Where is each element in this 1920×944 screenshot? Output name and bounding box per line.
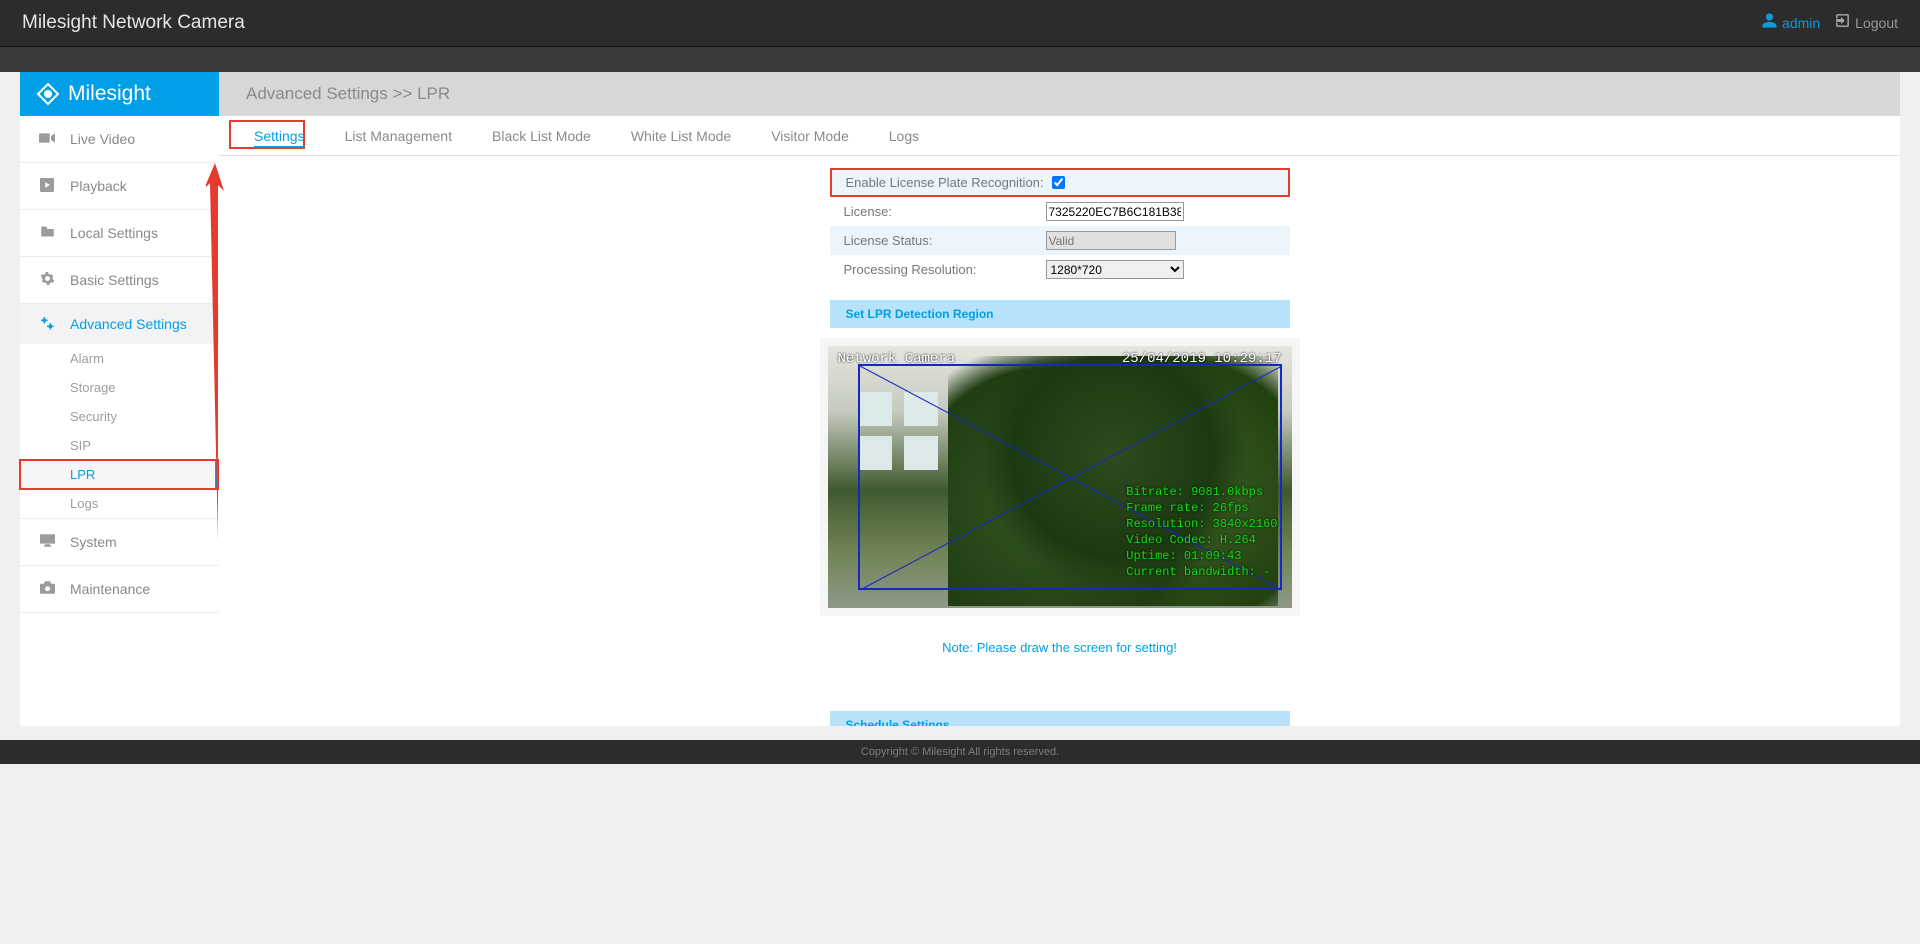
osd-stat-line: Video Codec: H.264: [1126, 532, 1277, 548]
sidebar-sub-alarm[interactable]: Alarm: [20, 344, 219, 373]
tab-black-list-mode[interactable]: Black List Mode: [472, 122, 611, 150]
play-icon: [38, 178, 56, 195]
sidebar-item-label: System: [70, 534, 117, 550]
select-resolution[interactable]: 1280*720: [1046, 260, 1184, 279]
sidebar-sub-label: SIP: [70, 438, 91, 453]
sidebar-sub-label: Security: [70, 409, 117, 424]
section-schedule-settings: Schedule Settings: [830, 711, 1290, 726]
sidebar-item-label: Playback: [70, 178, 127, 194]
sidebar-sub-sip[interactable]: SIP: [20, 431, 219, 460]
section-detection-region: Set LPR Detection Region: [830, 300, 1290, 328]
logout-link[interactable]: Logout: [1855, 15, 1898, 31]
logo-text: Milesight: [68, 82, 151, 106]
label-license: License:: [830, 204, 1046, 219]
folder-icon: [38, 225, 56, 241]
sidebar-sub-lpr[interactable]: LPR: [20, 460, 219, 489]
content-scroll[interactable]: Enable License Plate Recognition: Licens…: [229, 166, 1890, 726]
dark-strip: [0, 47, 1920, 72]
footer: Copyright © Milesight All rights reserve…: [0, 740, 1920, 764]
label-resolution: Processing Resolution:: [830, 262, 1046, 277]
osd-stat-line: Resolution: 3840x2160: [1126, 516, 1277, 532]
sidebar-item-system[interactable]: System: [20, 519, 219, 566]
logo: Milesight: [20, 72, 219, 116]
sidebar-item-playback[interactable]: Playback: [20, 163, 219, 210]
tab-logs[interactable]: Logs: [869, 122, 939, 150]
tab-visitor-mode[interactable]: Visitor Mode: [751, 122, 869, 150]
checkbox-enable-lpr[interactable]: [1052, 176, 1065, 189]
content-area: Enable License Plate Recognition: Licens…: [219, 156, 1900, 726]
video-icon: [38, 131, 56, 147]
input-license[interactable]: [1046, 202, 1184, 221]
user-icon: [1761, 12, 1778, 34]
osd-stats: Bitrate: 9081.0kbps Frame rate: 26fps Re…: [1126, 484, 1277, 580]
label-enable-lpr: Enable License Plate Recognition:: [832, 175, 1048, 190]
gears-icon: [38, 315, 56, 334]
app-title: Milesight Network Camera: [22, 12, 245, 34]
sidebar-sub-label: LPR: [70, 467, 95, 482]
tab-white-list-mode[interactable]: White List Mode: [611, 122, 751, 150]
sidebar-item-advanced-settings[interactable]: Advanced Settings: [20, 304, 219, 344]
osd-camera-name: Network Camera: [838, 351, 956, 367]
row-license-status: License Status:: [830, 226, 1290, 255]
user-name[interactable]: admin: [1782, 15, 1820, 31]
tab-list-management[interactable]: List Management: [325, 122, 472, 150]
osd-timestamp: 25/04/2019 10:29:17: [1122, 351, 1282, 367]
note-text: Note: Please draw the screen for setting…: [942, 640, 1177, 655]
tab-settings[interactable]: Settings: [234, 122, 325, 150]
label-license-status: License Status:: [830, 233, 1046, 248]
sidebar-sub-label: Storage: [70, 380, 116, 395]
osd-stat-line: Uptime: 01:09:43: [1126, 548, 1277, 564]
gear-icon: [38, 271, 56, 289]
sidebar-sub-label: Logs: [70, 496, 98, 511]
sidebar-item-label: Basic Settings: [70, 272, 159, 288]
osd-stat-line: Current bandwidth: -: [1126, 564, 1277, 580]
row-enable-lpr: Enable License Plate Recognition:: [830, 168, 1290, 197]
sidebar-sub-label: Alarm: [70, 351, 104, 366]
sidebar-sub-security[interactable]: Security: [20, 402, 219, 431]
osd-stat-line: Frame rate: 26fps: [1126, 500, 1277, 516]
sidebar-sub-logs[interactable]: Logs: [20, 489, 219, 518]
sidebar: Milesight Live Video Playback Local Sett…: [20, 72, 219, 726]
sidebar-item-live-video[interactable]: Live Video: [20, 116, 219, 163]
sidebar-item-maintenance[interactable]: Maintenance: [20, 566, 219, 613]
sidebar-item-basic-settings[interactable]: Basic Settings: [20, 257, 219, 304]
breadcrumb: Advanced Settings >> LPR: [219, 72, 1900, 116]
row-resolution: Processing Resolution: 1280*720: [830, 255, 1290, 284]
sidebar-item-label: Advanced Settings: [70, 316, 187, 332]
video-preview[interactable]: Network Camera 25/04/2019 10:29:17 Bitra…: [820, 338, 1300, 616]
tab-bar: Settings List Management Black List Mode…: [219, 116, 1900, 156]
topbar: Milesight Network Camera admin Logout: [0, 0, 1920, 47]
row-license: License:: [830, 197, 1290, 226]
osd-stat-line: Bitrate: 9081.0kbps: [1126, 484, 1277, 500]
monitor-icon: [38, 534, 56, 550]
sidebar-item-label: Maintenance: [70, 581, 150, 597]
logout-icon: [1834, 12, 1851, 34]
sidebar-item-label: Live Video: [70, 131, 135, 147]
input-license-status: [1046, 231, 1176, 250]
logo-icon: [36, 82, 60, 106]
sidebar-item-label: Local Settings: [70, 225, 158, 241]
camera-icon: [38, 581, 56, 597]
sidebar-item-local-settings[interactable]: Local Settings: [20, 210, 219, 257]
sidebar-sub-storage[interactable]: Storage: [20, 373, 219, 402]
